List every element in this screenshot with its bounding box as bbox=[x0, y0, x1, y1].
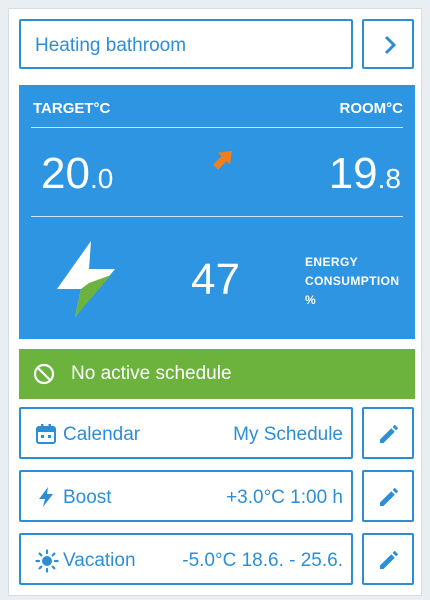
energy-label: ENERGY CONSUMPTION % bbox=[305, 253, 399, 310]
energy-value: 47 bbox=[191, 255, 240, 304]
energy-label-line: ENERGY bbox=[305, 255, 359, 269]
schedule-status-bar: No active schedule bbox=[19, 349, 415, 399]
device-name-field[interactable]: Heating bathroom bbox=[19, 19, 353, 69]
room-int: 19 bbox=[328, 149, 378, 198]
row-value: -5.0°C 18.6. - 25.6. bbox=[182, 550, 343, 571]
room-temperature: 19.8 bbox=[329, 149, 401, 199]
pencil-icon bbox=[380, 424, 399, 443]
edit-calendar-button[interactable] bbox=[362, 407, 414, 459]
target-label: TARGET°C bbox=[33, 100, 111, 117]
target-temperature[interactable]: 20.0 bbox=[41, 149, 113, 199]
room-label: ROOM°C bbox=[339, 100, 404, 117]
edit-boost-button[interactable] bbox=[362, 470, 414, 522]
target-int: 20 bbox=[41, 149, 90, 198]
edit-vacation-button[interactable] bbox=[362, 533, 414, 585]
row-value: My Schedule bbox=[233, 424, 343, 445]
next-button[interactable] bbox=[362, 19, 414, 69]
bolt-icon bbox=[39, 487, 53, 507]
pencil-icon bbox=[380, 550, 399, 569]
calendar-icon bbox=[36, 424, 56, 444]
room-dec: .8 bbox=[377, 163, 401, 194]
pencil-icon bbox=[380, 487, 399, 506]
target-dec: .0 bbox=[89, 163, 114, 194]
vacation-row[interactable]: Vacation -5.0°C 18.6. - 25.6. bbox=[19, 533, 353, 585]
schedule-status: No active schedule bbox=[71, 363, 232, 384]
device-name: Heating bathroom bbox=[35, 35, 187, 56]
calendar-row[interactable]: Calendar My Schedule bbox=[19, 407, 353, 459]
energy-bolt-icon bbox=[57, 241, 115, 317]
no-entry-icon bbox=[33, 363, 55, 385]
row-label: Boost bbox=[63, 487, 112, 508]
chevron-right-icon bbox=[384, 35, 397, 55]
row-label: Calendar bbox=[63, 424, 141, 445]
energy-label-line: CONSUMPTION bbox=[305, 274, 400, 288]
thermostat-widget: Heating bathroom TARGET°C ROOM°C 20.0 19… bbox=[8, 8, 422, 596]
temperature-panel: TARGET°C ROOM°C 20.0 19.8 47 ENERGY CONS… bbox=[19, 85, 415, 339]
divider bbox=[31, 127, 403, 128]
trend-arrow-icon bbox=[213, 150, 232, 170]
row-value: +3.0°C 1:00 h bbox=[226, 487, 343, 508]
boost-row[interactable]: Boost +3.0°C 1:00 h bbox=[19, 470, 353, 522]
row-label: Vacation bbox=[63, 550, 136, 571]
divider bbox=[31, 216, 403, 217]
sun-icon bbox=[35, 549, 59, 573]
energy-label-line: % bbox=[305, 293, 317, 307]
